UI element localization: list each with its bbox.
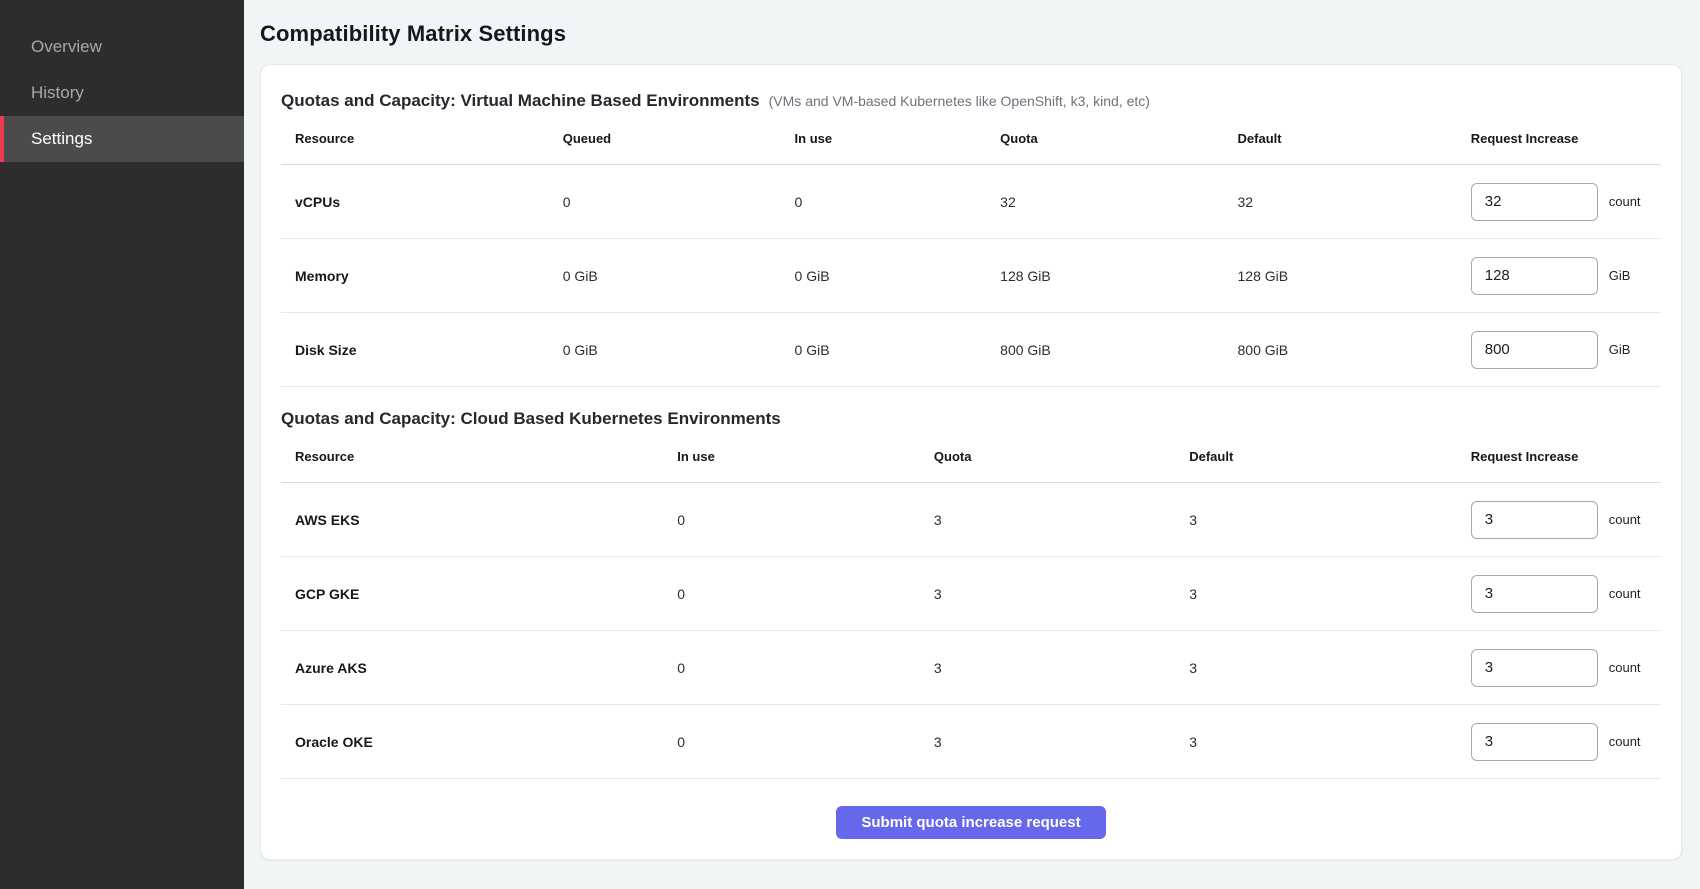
table-row-aws-eks: AWS EKS 0 3 3 count xyxy=(281,483,1661,557)
in-use-value: 0 xyxy=(663,734,920,750)
row-label: GCP GKE xyxy=(281,586,663,602)
vm-col-queued: Queued xyxy=(549,131,781,146)
sidebar: Overview History Settings xyxy=(0,0,244,889)
cloud-col-in-use: In use xyxy=(663,449,920,464)
queued-value: 0 GiB xyxy=(549,268,781,284)
button-bar: Submit quota increase request xyxy=(281,779,1661,839)
page-title: Compatibility Matrix Settings xyxy=(260,21,1682,47)
vm-section-subtitle: (VMs and VM-based Kubernetes like OpenSh… xyxy=(769,93,1150,109)
table-row-disk-size: Disk Size 0 GiB 0 GiB 800 GiB 800 GiB Gi… xyxy=(281,313,1661,387)
vcpus-request-input[interactable] xyxy=(1471,183,1598,221)
cloud-section-title: Quotas and Capacity: Cloud Based Kuberne… xyxy=(281,409,781,429)
default-value: 32 xyxy=(1224,194,1457,210)
vm-col-default: Default xyxy=(1224,131,1457,146)
gcp-gke-request-input[interactable] xyxy=(1471,575,1598,613)
row-label: AWS EKS xyxy=(281,512,663,528)
cloud-col-default: Default xyxy=(1175,449,1457,464)
quota-value: 32 xyxy=(986,194,1223,210)
vm-section-header: Quotas and Capacity: Virtual Machine Bas… xyxy=(281,91,1661,111)
sidebar-item-history[interactable]: History xyxy=(0,70,244,116)
vm-table-header: Resource Queued In use Quota Default Req… xyxy=(281,113,1661,165)
quota-value: 3 xyxy=(920,512,1175,528)
row-label: Oracle OKE xyxy=(281,734,663,750)
table-row-azure-aks: Azure AKS 0 3 3 count xyxy=(281,631,1661,705)
in-use-value: 0 xyxy=(663,512,920,528)
row-label: Memory xyxy=(281,268,549,284)
default-value: 3 xyxy=(1175,586,1457,602)
default-value: 3 xyxy=(1175,512,1457,528)
vm-col-resource: Resource xyxy=(281,131,549,146)
cloud-col-request-increase: Request Increase xyxy=(1457,449,1661,464)
disk-size-request-input[interactable] xyxy=(1471,331,1598,369)
vm-col-in-use: In use xyxy=(781,131,987,146)
unit-label: GiB xyxy=(1609,268,1631,283)
in-use-value: 0 GiB xyxy=(781,342,987,358)
queued-value: 0 xyxy=(549,194,781,210)
table-row-vcpus: vCPUs 0 0 32 32 count xyxy=(281,165,1661,239)
sidebar-item-label: Settings xyxy=(31,129,92,149)
memory-request-input[interactable] xyxy=(1471,257,1598,295)
vm-section-title: Quotas and Capacity: Virtual Machine Bas… xyxy=(281,91,760,111)
row-label: Azure AKS xyxy=(281,660,663,676)
sidebar-item-label: History xyxy=(31,83,84,103)
main-content: Compatibility Matrix Settings Quotas and… xyxy=(244,0,1700,889)
unit-label: GiB xyxy=(1609,342,1631,357)
vm-col-quota: Quota xyxy=(986,131,1223,146)
cloud-col-resource: Resource xyxy=(281,449,663,464)
cloud-section-header: Quotas and Capacity: Cloud Based Kuberne… xyxy=(281,409,1661,429)
quota-value: 128 GiB xyxy=(986,268,1223,284)
azure-aks-request-input[interactable] xyxy=(1471,649,1598,687)
settings-card: Quotas and Capacity: Virtual Machine Bas… xyxy=(260,64,1682,860)
submit-quota-increase-button[interactable]: Submit quota increase request xyxy=(836,806,1105,839)
in-use-value: 0 xyxy=(663,586,920,602)
default-value: 3 xyxy=(1175,734,1457,750)
table-row-oracle-oke: Oracle OKE 0 3 3 count xyxy=(281,705,1661,779)
unit-label: count xyxy=(1609,512,1641,527)
default-value: 800 GiB xyxy=(1224,342,1457,358)
cloud-col-quota: Quota xyxy=(920,449,1175,464)
table-row-gcp-gke: GCP GKE 0 3 3 count xyxy=(281,557,1661,631)
unit-label: count xyxy=(1609,194,1641,209)
unit-label: count xyxy=(1609,586,1641,601)
row-label: Disk Size xyxy=(281,342,549,358)
sidebar-item-overview[interactable]: Overview xyxy=(0,24,244,70)
queued-value: 0 GiB xyxy=(549,342,781,358)
vm-col-request-increase: Request Increase xyxy=(1457,131,1661,146)
unit-label: count xyxy=(1609,660,1641,675)
aws-eks-request-input[interactable] xyxy=(1471,501,1598,539)
sidebar-item-settings[interactable]: Settings xyxy=(0,116,244,162)
default-value: 128 GiB xyxy=(1224,268,1457,284)
quota-value: 3 xyxy=(920,734,1175,750)
oracle-oke-request-input[interactable] xyxy=(1471,723,1598,761)
cloud-table-header: Resource In use Quota Default Request In… xyxy=(281,431,1661,483)
row-label: vCPUs xyxy=(281,194,549,210)
in-use-value: 0 xyxy=(663,660,920,676)
quota-value: 800 GiB xyxy=(986,342,1223,358)
in-use-value: 0 GiB xyxy=(781,268,987,284)
in-use-value: 0 xyxy=(781,194,987,210)
sidebar-item-label: Overview xyxy=(31,37,102,57)
quota-value: 3 xyxy=(920,586,1175,602)
unit-label: count xyxy=(1609,734,1641,749)
table-row-memory: Memory 0 GiB 0 GiB 128 GiB 128 GiB GiB xyxy=(281,239,1661,313)
default-value: 3 xyxy=(1175,660,1457,676)
quota-value: 3 xyxy=(920,660,1175,676)
